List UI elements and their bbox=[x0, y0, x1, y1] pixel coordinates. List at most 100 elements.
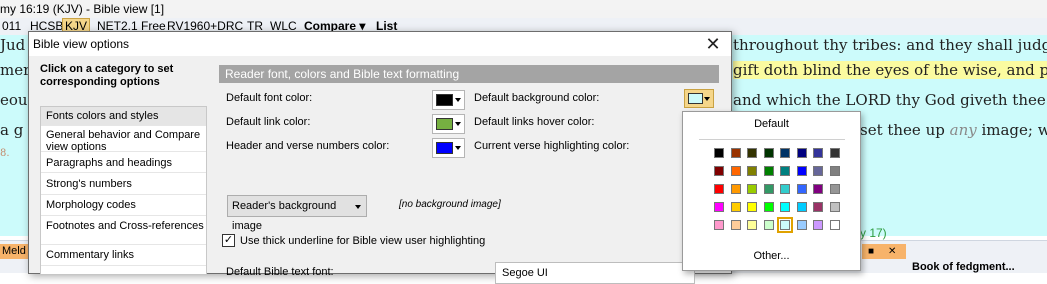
color-swatch[interactable] bbox=[796, 184, 807, 194]
default-link-color-label: Default link color: bbox=[226, 116, 311, 128]
text-line: throughout thy tribes: and they shall ju… bbox=[733, 36, 1047, 54]
app-title: my 16:19 (KJV) - Bible view [1] bbox=[0, 2, 165, 16]
color-swatch[interactable] bbox=[747, 148, 757, 158]
color-swatch[interactable] bbox=[813, 202, 823, 212]
category-commentary[interactable]: Commentary links bbox=[41, 247, 206, 266]
color-swatch[interactable] bbox=[747, 184, 757, 194]
link-color-picker[interactable] bbox=[432, 114, 465, 134]
chevron-down-icon bbox=[455, 122, 461, 126]
other-colors-option[interactable]: Other... bbox=[683, 250, 860, 262]
divider bbox=[699, 139, 845, 140]
tab-011[interactable]: 011 bbox=[0, 19, 23, 34]
color-swatch[interactable] bbox=[730, 202, 741, 212]
color-swatch[interactable] bbox=[829, 166, 840, 176]
color-swatch[interactable] bbox=[829, 184, 840, 194]
color-swatch[interactable] bbox=[714, 166, 724, 176]
background-color-fill bbox=[688, 93, 703, 104]
category-general-behavior[interactable]: General behavior and Compare view option… bbox=[41, 127, 206, 153]
close-button[interactable]: ✕ bbox=[703, 34, 723, 54]
no-background-image-note: [no background image] bbox=[399, 199, 501, 210]
close-icon[interactable]: ✕ bbox=[888, 244, 896, 259]
text-line: and which the LORD thy God giveth thee.7 bbox=[733, 91, 1047, 109]
color-swatch[interactable] bbox=[747, 166, 757, 176]
color-swatch[interactable] bbox=[796, 202, 807, 212]
category-footnotes[interactable]: Footnotes and Cross-references bbox=[41, 218, 206, 245]
text-line: a g bbox=[0, 121, 24, 139]
dialog-title: Bible view options bbox=[33, 37, 130, 51]
color-swatch[interactable] bbox=[813, 184, 823, 194]
color-swatch[interactable] bbox=[813, 166, 823, 176]
category-strongs[interactable]: Strong's numbers bbox=[41, 176, 206, 195]
text-line: eou bbox=[0, 91, 28, 109]
color-swatch[interactable] bbox=[730, 148, 741, 158]
bible-view-options-dialog: Bible view options ✕ Click on a category… bbox=[28, 31, 732, 284]
color-swatch[interactable] bbox=[813, 220, 823, 230]
header-color-picker[interactable] bbox=[432, 138, 465, 158]
dialog-title-bar: Bible view options ✕ bbox=[29, 32, 731, 56]
color-swatch[interactable] bbox=[714, 202, 724, 212]
text-line: mer bbox=[0, 61, 31, 79]
category-heading: Click on a category to set corresponding… bbox=[40, 63, 174, 88]
color-swatch[interactable] bbox=[730, 166, 741, 176]
color-swatch[interactable] bbox=[780, 202, 790, 212]
color-swatch[interactable] bbox=[714, 220, 724, 230]
chevron-down-icon bbox=[704, 97, 710, 101]
color-swatch[interactable] bbox=[780, 184, 790, 194]
color-swatch[interactable] bbox=[763, 166, 774, 176]
thick-underline-checkbox[interactable]: ✓ bbox=[222, 234, 235, 247]
color-swatch[interactable] bbox=[796, 148, 807, 158]
category-morphology[interactable]: Morphology codes bbox=[41, 197, 206, 216]
chevron-down-icon bbox=[455, 98, 461, 102]
color-swatch[interactable] bbox=[829, 220, 840, 230]
color-swatch[interactable] bbox=[714, 148, 724, 158]
link-color-fill bbox=[436, 118, 453, 130]
thick-underline-label: Use thick underline for Bible view user … bbox=[240, 235, 486, 247]
default-font-color-label: Default font color: bbox=[226, 92, 313, 104]
color-swatch[interactable] bbox=[780, 166, 790, 176]
reader-background-image-button[interactable]: Reader's background image bbox=[227, 195, 367, 232]
color-swatch[interactable] bbox=[780, 148, 790, 158]
default-font-select[interactable]: Segoe UI bbox=[495, 262, 695, 284]
verse-highlight-color-label: Current verse highlighting color: bbox=[474, 140, 630, 152]
app-title-bar: my 16:19 (KJV) - Bible view [1] bbox=[0, 0, 1047, 19]
color-swatch[interactable] bbox=[730, 184, 741, 194]
minimize-icon[interactable]: ■ bbox=[868, 244, 874, 259]
bottom-right-tab[interactable]: ■ ✕ bbox=[862, 244, 906, 259]
header-verse-color-label: Header and verse numbers color: bbox=[226, 140, 390, 152]
color-swatch[interactable] bbox=[829, 202, 840, 212]
color-swatch[interactable] bbox=[747, 220, 757, 230]
font-color-fill bbox=[436, 94, 453, 106]
color-swatch[interactable] bbox=[796, 220, 807, 230]
color-swatch[interactable] bbox=[714, 184, 724, 194]
color-swatch[interactable] bbox=[763, 220, 774, 230]
color-swatch[interactable] bbox=[777, 217, 793, 233]
color-swatch[interactable] bbox=[813, 148, 823, 158]
category-paragraphs[interactable]: Paragraphs and headings bbox=[41, 155, 206, 173]
font-color-picker[interactable] bbox=[432, 90, 465, 110]
color-swatch[interactable] bbox=[763, 184, 774, 194]
bottom-right-text: Book of fedgment... bbox=[912, 261, 1015, 273]
header-color-fill bbox=[436, 142, 453, 154]
default-bg-color-label: Default background color: bbox=[474, 92, 600, 104]
reference-link[interactable]: y 17) bbox=[860, 223, 887, 241]
highlighted-verse: gift doth blind the eyes of the wise, an… bbox=[733, 61, 1047, 79]
links-hover-color-label: Default links hover color: bbox=[474, 116, 595, 128]
background-color-picker[interactable] bbox=[684, 89, 714, 108]
category-list: Fonts colors and styles General behavior… bbox=[40, 106, 207, 274]
options-panel: Reader font, colors and Bible text forma… bbox=[209, 56, 731, 284]
text-line: Jud bbox=[0, 36, 26, 54]
section-header: Reader font, colors and Bible text forma… bbox=[219, 65, 719, 83]
category-fonts-colors[interactable]: Fonts colors and styles bbox=[41, 107, 206, 126]
color-picker-popup: Default Other... bbox=[682, 111, 861, 271]
color-swatch[interactable] bbox=[829, 148, 840, 158]
category-panel: Click on a category to set corresponding… bbox=[29, 56, 209, 274]
color-swatch[interactable] bbox=[730, 220, 741, 230]
color-swatch[interactable] bbox=[796, 166, 807, 176]
verse-number: 8. bbox=[0, 148, 10, 159]
color-swatch[interactable] bbox=[747, 202, 757, 212]
chevron-down-icon bbox=[355, 205, 361, 209]
color-swatch[interactable] bbox=[763, 202, 774, 212]
default-color-option[interactable]: Default bbox=[683, 118, 860, 130]
color-swatch[interactable] bbox=[763, 148, 774, 158]
chevron-down-icon bbox=[455, 146, 461, 150]
